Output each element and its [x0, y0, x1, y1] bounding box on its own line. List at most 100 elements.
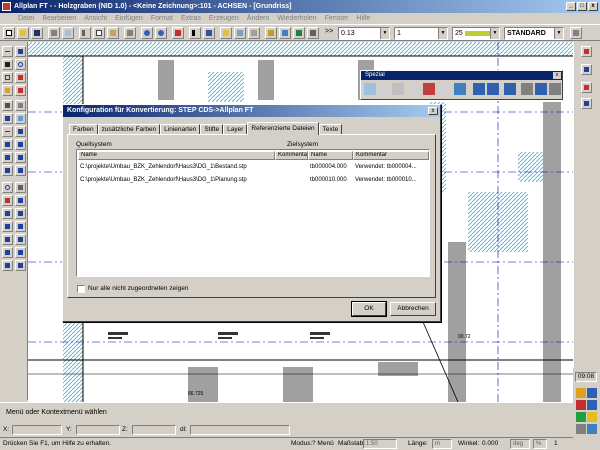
save-icon[interactable] [31, 27, 43, 39]
spezial-title-bar[interactable]: Spezial x [361, 71, 562, 80]
tray-icon[interactable] [587, 424, 597, 434]
chevron-down-icon[interactable]: ▼ [554, 28, 563, 39]
copy-tool-icon[interactable] [15, 139, 26, 150]
tray-icon[interactable] [576, 388, 586, 398]
menu-ansicht[interactable]: Ansicht [80, 13, 111, 24]
move-tool-icon[interactable] [2, 139, 13, 150]
trim-tool-icon[interactable] [2, 165, 13, 176]
x-coordinate-field[interactable] [12, 425, 62, 435]
open-folder-icon[interactable] [17, 27, 29, 39]
rectangle-tool-icon[interactable] [2, 72, 13, 83]
cut-icon[interactable] [79, 27, 91, 39]
show-unassigned-checkbox[interactable] [77, 285, 85, 293]
dl-field[interactable] [190, 425, 290, 435]
props-tool-icon[interactable] [15, 195, 26, 206]
style-combo[interactable]: STANDARD ▼ [504, 27, 564, 40]
tray-icon[interactable] [587, 388, 597, 398]
tool-icon[interactable] [392, 83, 404, 95]
paste-icon[interactable] [107, 27, 119, 39]
menu-datei[interactable]: Datei [14, 13, 38, 24]
tray-icon[interactable] [587, 400, 597, 410]
column-header-target-comment[interactable]: Kommentar [353, 151, 429, 160]
column-header-source-name[interactable]: Name [78, 151, 275, 160]
toolbar-chevron[interactable]: >> [325, 28, 333, 35]
scale-combo[interactable]: 0.13 ▼ [338, 27, 390, 40]
macro-tool-icon[interactable] [15, 234, 26, 245]
grid-icon[interactable] [307, 27, 319, 39]
tool-icon[interactable] [549, 83, 561, 95]
select-tool-icon[interactable] [2, 208, 13, 219]
angle-unit-value[interactable]: deg [510, 439, 530, 449]
snap-icon[interactable] [293, 27, 305, 39]
menu-extras[interactable]: Extras [177, 13, 205, 24]
redo-icon[interactable] [155, 27, 167, 39]
cancel-button[interactable]: Abbrechen [390, 302, 436, 316]
stair-tool-icon[interactable] [2, 247, 13, 258]
tool-icon[interactable] [437, 83, 449, 95]
delete-icon[interactable] [172, 27, 184, 39]
mirror-tool-icon[interactable] [15, 152, 26, 163]
new-file-icon[interactable] [3, 27, 15, 39]
fileset-icon[interactable] [234, 27, 246, 39]
undo-icon[interactable] [141, 27, 153, 39]
symbol-tool-icon[interactable] [2, 234, 13, 245]
chevron-down-icon[interactable]: ▼ [490, 28, 499, 39]
lock-icon[interactable] [265, 27, 277, 39]
column-header-source-comment[interactable]: Kommentar [275, 151, 308, 160]
drawing-icon[interactable] [248, 27, 260, 39]
tool-icon[interactable] [504, 83, 516, 95]
menu-fenster[interactable]: Fenster [321, 13, 353, 24]
z-coordinate-field[interactable] [132, 425, 176, 435]
tool-icon[interactable] [378, 83, 390, 95]
zoom-tool-icon[interactable] [2, 182, 13, 193]
cursor-icon[interactable] [581, 64, 592, 75]
spezial-close-button[interactable]: x [553, 72, 561, 79]
preview-icon[interactable] [62, 27, 74, 39]
y-coordinate-field[interactable] [76, 425, 120, 435]
tab-referenzierte-dateien[interactable]: Referenzierte Dateien [247, 122, 319, 135]
menu-bearbeiten[interactable]: Bearbeiten [38, 13, 80, 24]
copy-icon[interactable] [93, 27, 105, 39]
filter-tool-icon[interactable] [15, 208, 26, 219]
tray-icon[interactable] [576, 412, 586, 422]
tool-icon[interactable] [454, 83, 466, 95]
ungroup-tool-icon[interactable] [15, 221, 26, 232]
ok-button[interactable]: OK [351, 301, 387, 317]
menu-format[interactable]: Format [147, 13, 177, 24]
chevron-down-icon[interactable]: ▼ [438, 28, 447, 39]
line-combo[interactable]: 25 ▼ [452, 27, 500, 40]
view-tool-icon[interactable] [15, 260, 26, 271]
pen-combo[interactable]: 1 ▼ [394, 27, 448, 40]
line-tool-icon[interactable] [2, 46, 13, 57]
close-view-icon[interactable] [581, 46, 592, 57]
pointer-icon[interactable] [189, 27, 201, 39]
tool-icon[interactable] [521, 83, 533, 95]
extend-tool-icon[interactable] [15, 165, 26, 176]
tool-icon[interactable] [473, 83, 485, 95]
tool-icon[interactable] [535, 83, 547, 95]
menu-wiederholen[interactable]: Wiederholen [273, 13, 320, 24]
app-icon[interactable] [2, 2, 11, 11]
tool-icon[interactable] [364, 83, 376, 95]
tray-icon[interactable] [576, 424, 586, 434]
massstab-value[interactable]: 1:50 [363, 439, 397, 449]
tool-icon[interactable] [423, 83, 435, 95]
help-icon[interactable] [203, 27, 215, 39]
menu-hilfe[interactable]: Hilfe [352, 13, 374, 24]
tool-icon[interactable] [409, 83, 421, 95]
spezial-palette[interactable]: Spezial x [360, 70, 563, 100]
percent-value[interactable]: % [533, 439, 547, 449]
menu-aendern[interactable]: Ändern [243, 13, 274, 24]
measure-tool-icon[interactable] [15, 126, 26, 137]
maximize-button[interactable]: □ [577, 2, 587, 11]
layer-icon[interactable] [220, 27, 232, 39]
menu-einfuegen[interactable]: Einfügen [111, 13, 147, 24]
group-tool-icon[interactable] [2, 221, 13, 232]
print-icon[interactable] [48, 27, 60, 39]
polyline-tool-icon[interactable] [15, 46, 26, 57]
text-tool-icon[interactable] [2, 59, 13, 70]
referenced-files-list[interactable]: Name Kommentar Name Kommentar C:\projekt… [76, 149, 430, 277]
close-button[interactable]: x [588, 2, 598, 11]
pattern-tool-icon[interactable] [2, 85, 13, 96]
door-tool-icon[interactable] [2, 113, 13, 124]
